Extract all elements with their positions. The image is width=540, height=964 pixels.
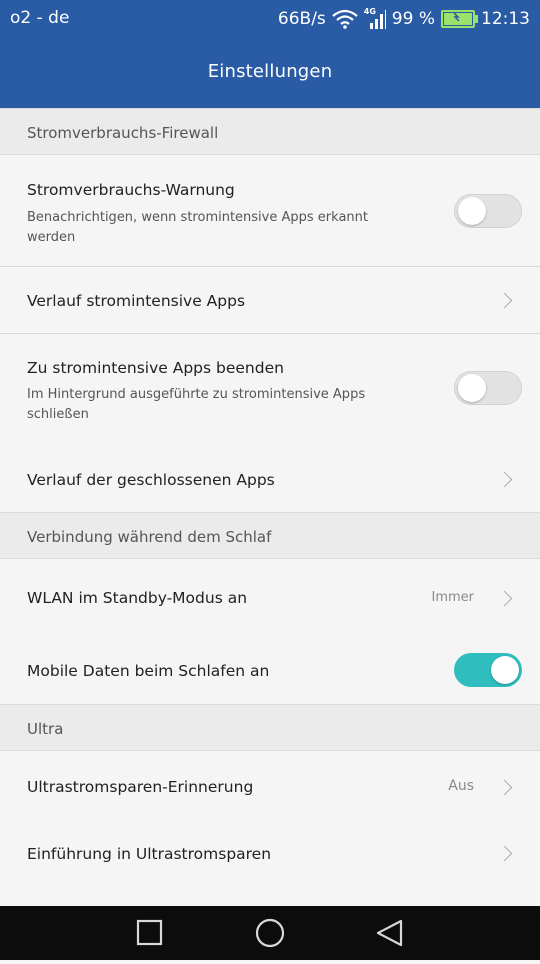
row-power-warning[interactable]: Stromverbrauchs-Warnung Benachrichtigen,… xyxy=(0,155,540,267)
back-icon xyxy=(376,919,403,947)
row-title: Stromverbrauchs-Warnung xyxy=(27,181,235,199)
row-title: WLAN im Standby-Modus an xyxy=(27,589,248,607)
close-intensive-apps-toggle[interactable] xyxy=(454,371,522,405)
navigation-bar xyxy=(0,906,540,960)
row-ultra-reminder[interactable]: Ultrastromsparen-Erinnerung Aus xyxy=(0,751,540,823)
row-subtitle: Benachrichtigen, wenn stromintensive App… xyxy=(27,210,368,245)
row-title: Ultrastromsparen-Erinnerung xyxy=(27,778,254,796)
cellular-signal-icon: 4G xyxy=(364,7,386,29)
chevron-right-icon xyxy=(496,471,513,488)
row-closed-apps-history[interactable]: Verlauf der geschlossenen Apps xyxy=(0,446,540,512)
status-bar: o2 - de 66B/s 4G 99 % 12:13 xyxy=(0,0,540,38)
row-wlan-standby[interactable]: WLAN im Standby-Modus an Immer xyxy=(0,559,540,634)
chevron-right-icon xyxy=(496,845,513,862)
power-warning-toggle[interactable] xyxy=(454,194,522,228)
mobile-data-sleep-toggle[interactable] xyxy=(454,653,522,687)
section-title: Stromverbrauchs-Firewall xyxy=(27,124,219,142)
battery-percent: 99 % xyxy=(391,9,435,29)
row-title: Verlauf der geschlossenen Apps xyxy=(27,471,275,489)
clock: 12:13 xyxy=(481,9,530,29)
carrier-label: o2 - de xyxy=(10,8,70,28)
recent-apps-icon xyxy=(136,919,163,946)
section-header-ultra: Ultra xyxy=(0,704,540,751)
row-value: Immer xyxy=(431,590,474,605)
back-button[interactable] xyxy=(350,906,430,960)
app-bar: o2 - de 66B/s 4G 99 % 12:13 Einstellunge… xyxy=(0,0,540,108)
row-value: Aus xyxy=(448,778,474,794)
row-subtitle: Im Hintergrund ausgeführte zu strominten… xyxy=(27,387,366,422)
chevron-right-icon xyxy=(496,590,513,607)
row-ultra-intro[interactable]: Einführung in Ultrastromsparen xyxy=(0,823,540,906)
battery-icon xyxy=(441,10,478,28)
section-title: Ultra xyxy=(27,720,64,738)
chevron-right-icon xyxy=(496,779,513,796)
row-title: Mobile Daten beim Schlafen an xyxy=(27,662,270,680)
status-icons: 66B/s 4G 99 % 12:13 xyxy=(277,7,530,30)
home-button[interactable] xyxy=(230,906,310,960)
section-title: Verbindung während dem Schlaf xyxy=(27,528,272,546)
wifi-icon xyxy=(332,9,358,29)
home-icon xyxy=(255,918,285,948)
recent-apps-button[interactable] xyxy=(110,906,190,960)
row-mobile-data-sleep[interactable]: Mobile Daten beim Schlafen an xyxy=(0,634,540,704)
row-intensive-apps-history[interactable]: Verlauf stromintensive Apps xyxy=(0,267,540,334)
row-title: Einführung in Ultrastromsparen xyxy=(27,845,272,863)
section-header-sleep-connection: Verbindung während dem Schlaf xyxy=(0,512,540,559)
chevron-right-icon xyxy=(496,292,513,309)
row-close-intensive-apps[interactable]: Zu stromintensive Apps beenden Im Hinter… xyxy=(0,334,540,446)
page-title: Einstellungen xyxy=(207,61,333,82)
section-header-firewall: Stromverbrauchs-Firewall xyxy=(0,108,540,155)
row-title: Verlauf stromintensive Apps xyxy=(27,292,246,310)
net-speed: 66B/s xyxy=(277,9,326,29)
row-title: Zu stromintensive Apps beenden xyxy=(27,359,284,377)
